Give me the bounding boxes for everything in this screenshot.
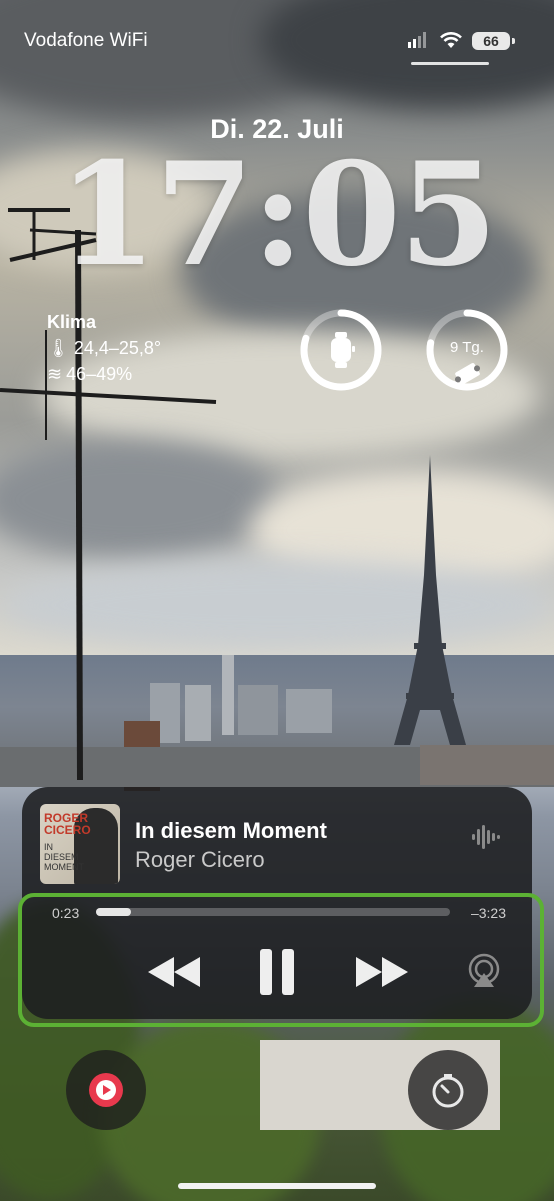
eiffel-tower — [394, 455, 466, 745]
music-app-button[interactable] — [66, 1050, 146, 1130]
album-art-album-text: IN DIESEM MOMENT — [44, 842, 84, 872]
carrier-label: Vodafone WiFi — [24, 30, 148, 51]
countdown-label: 9 Tg. — [450, 339, 484, 356]
watch-icon — [331, 332, 355, 368]
music-app-icon — [89, 1073, 123, 1107]
battery-level: 66 — [483, 33, 499, 49]
cellular-signal-icon — [408, 32, 426, 48]
battery-icon: 66 — [472, 32, 515, 50]
audio-waveform-icon — [472, 825, 500, 849]
wifi-icon — [440, 32, 462, 48]
controls-highlight — [18, 893, 544, 1027]
album-art-artist-text: ROGER CICERO — [44, 811, 91, 837]
klima-humidity: 46–49% — [66, 364, 133, 384]
home-indicator[interactable] — [178, 1183, 376, 1189]
countdown-widget[interactable]: 9 Tg. — [424, 307, 510, 393]
status-indicator-line — [411, 62, 489, 65]
klima-title: Klima — [47, 312, 97, 332]
lock-clock: 17:05 — [58, 132, 498, 298]
status-bar: Vodafone WiFi 66 — [0, 30, 554, 56]
humidity-icon: ≋ — [47, 364, 63, 384]
song-title: In diesem Moment — [135, 818, 327, 843]
timer-button[interactable] — [408, 1050, 488, 1130]
timer-icon — [432, 1074, 464, 1108]
song-artist: Roger Cicero — [135, 847, 265, 872]
album-art[interactable]: ROGER CICERO IN DIESEM MOMENT — [40, 804, 120, 884]
klima-temperature: 24,4–25,8° — [73, 338, 162, 358]
watch-battery-widget[interactable] — [298, 307, 384, 393]
klima-widget[interactable]: Klima 🌡︎ 24,4–25,8° ≋ 46–49% — [47, 309, 161, 387]
thermometer-icon: 🌡︎ — [47, 338, 70, 358]
